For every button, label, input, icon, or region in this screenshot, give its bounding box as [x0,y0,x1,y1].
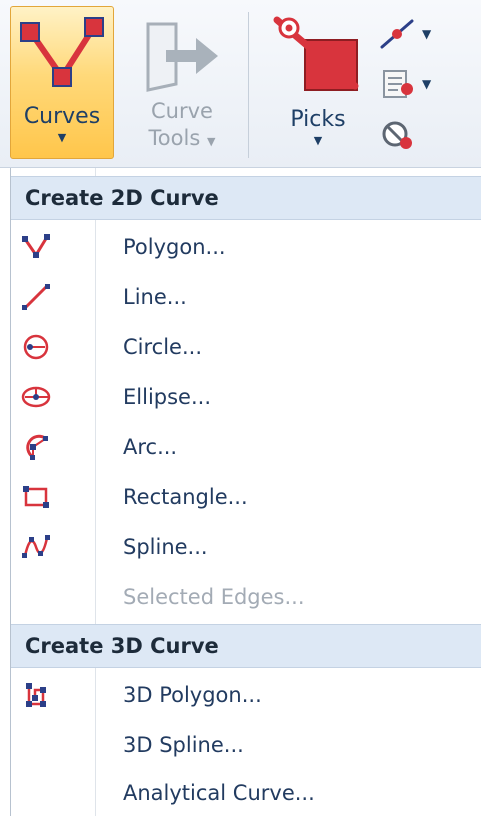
menu-item-3d-polygon[interactable]: 3D Polygon... [11,670,481,720]
chevron-down-icon: ▼ [57,131,67,144]
menu-item-label: Circle... [123,335,202,359]
clear-picks-button[interactable] [378,112,454,156]
section-header-2d: Create 2D Curve [11,176,481,220]
menu-item-arc[interactable]: Arc... [11,422,481,472]
curves-button[interactable]: Curves ▼ [10,6,114,159]
menu-item-label: 3D Polygon... [123,683,262,707]
ribbon-separator [248,12,249,158]
menu-item-spline[interactable]: Spline... [11,522,481,572]
curves-label: Curves [23,104,101,129]
picks-label: Picks [290,107,346,132]
menu-item-ellipse[interactable]: Ellipse... [11,372,481,422]
menu-item-analytical-curve[interactable]: Analytical Curve... [11,768,481,816]
rectangle-icon [21,482,51,512]
circle-icon [21,332,51,362]
pick-edge-icon [380,19,414,49]
chevron-down-icon: ▼ [422,77,432,91]
polygon-3d-icon [21,680,51,710]
line-icon [21,282,51,312]
menu-item-label: Analytical Curve... [123,781,315,805]
curve-tools-label-line2: Tools ▼ [128,125,236,155]
section-header-3d: Create 3D Curve [11,624,481,668]
menu-item-selected-edges[interactable]: Selected Edges... [11,572,481,622]
curve-tools-icon [142,16,222,92]
pick-list-button[interactable]: ▼ [378,62,454,106]
chevron-down-icon: ▼ [313,134,323,147]
chevron-down-icon: ▼ [422,27,432,41]
menu-item-label: Line... [123,285,187,309]
chevron-down-icon: ▼ [206,135,216,148]
menu-item-polygon[interactable]: Polygon... [11,222,481,272]
menu-item-3d-spline[interactable]: 3D Spline... [11,720,481,770]
curve-tools-label-text: Tools [148,126,201,150]
curve-tools-button[interactable]: Curve Tools ▼ [128,6,236,159]
menu-item-rectangle[interactable]: Rectangle... [11,472,481,522]
menu-item-label: Ellipse... [123,385,211,409]
clear-picks-icon [382,121,412,149]
menu-item-label: Selected Edges... [123,585,305,609]
curves-icon [16,11,108,99]
spline-icon [21,532,51,562]
picks-button[interactable]: Picks ▼ [266,6,370,159]
curves-dropdown-menu: Create 2D Curve Polygon... Line... Circl… [10,168,481,816]
menu-item-label: Rectangle... [123,485,248,509]
menu-item-label: Spline... [123,535,208,559]
menu-item-label: Arc... [123,435,178,459]
menu-item-label: Polygon... [123,235,226,259]
menu-item-label: 3D Spline... [123,733,244,757]
menu-item-circle[interactable]: Circle... [11,322,481,372]
ellipse-icon [21,382,51,412]
pick-edge-button[interactable]: ▼ [378,12,454,56]
pick-list-icon [383,70,413,98]
curve-tools-label-line1: Curve [151,99,213,123]
arc-icon [21,432,51,462]
menu-item-line[interactable]: Line... [11,272,481,322]
polygon-icon [21,232,51,262]
picks-icon [271,12,365,94]
ribbon-toolbar: Curves ▼ Curve Tools ▼ Picks ▼ ▼ ▼ [0,0,481,168]
